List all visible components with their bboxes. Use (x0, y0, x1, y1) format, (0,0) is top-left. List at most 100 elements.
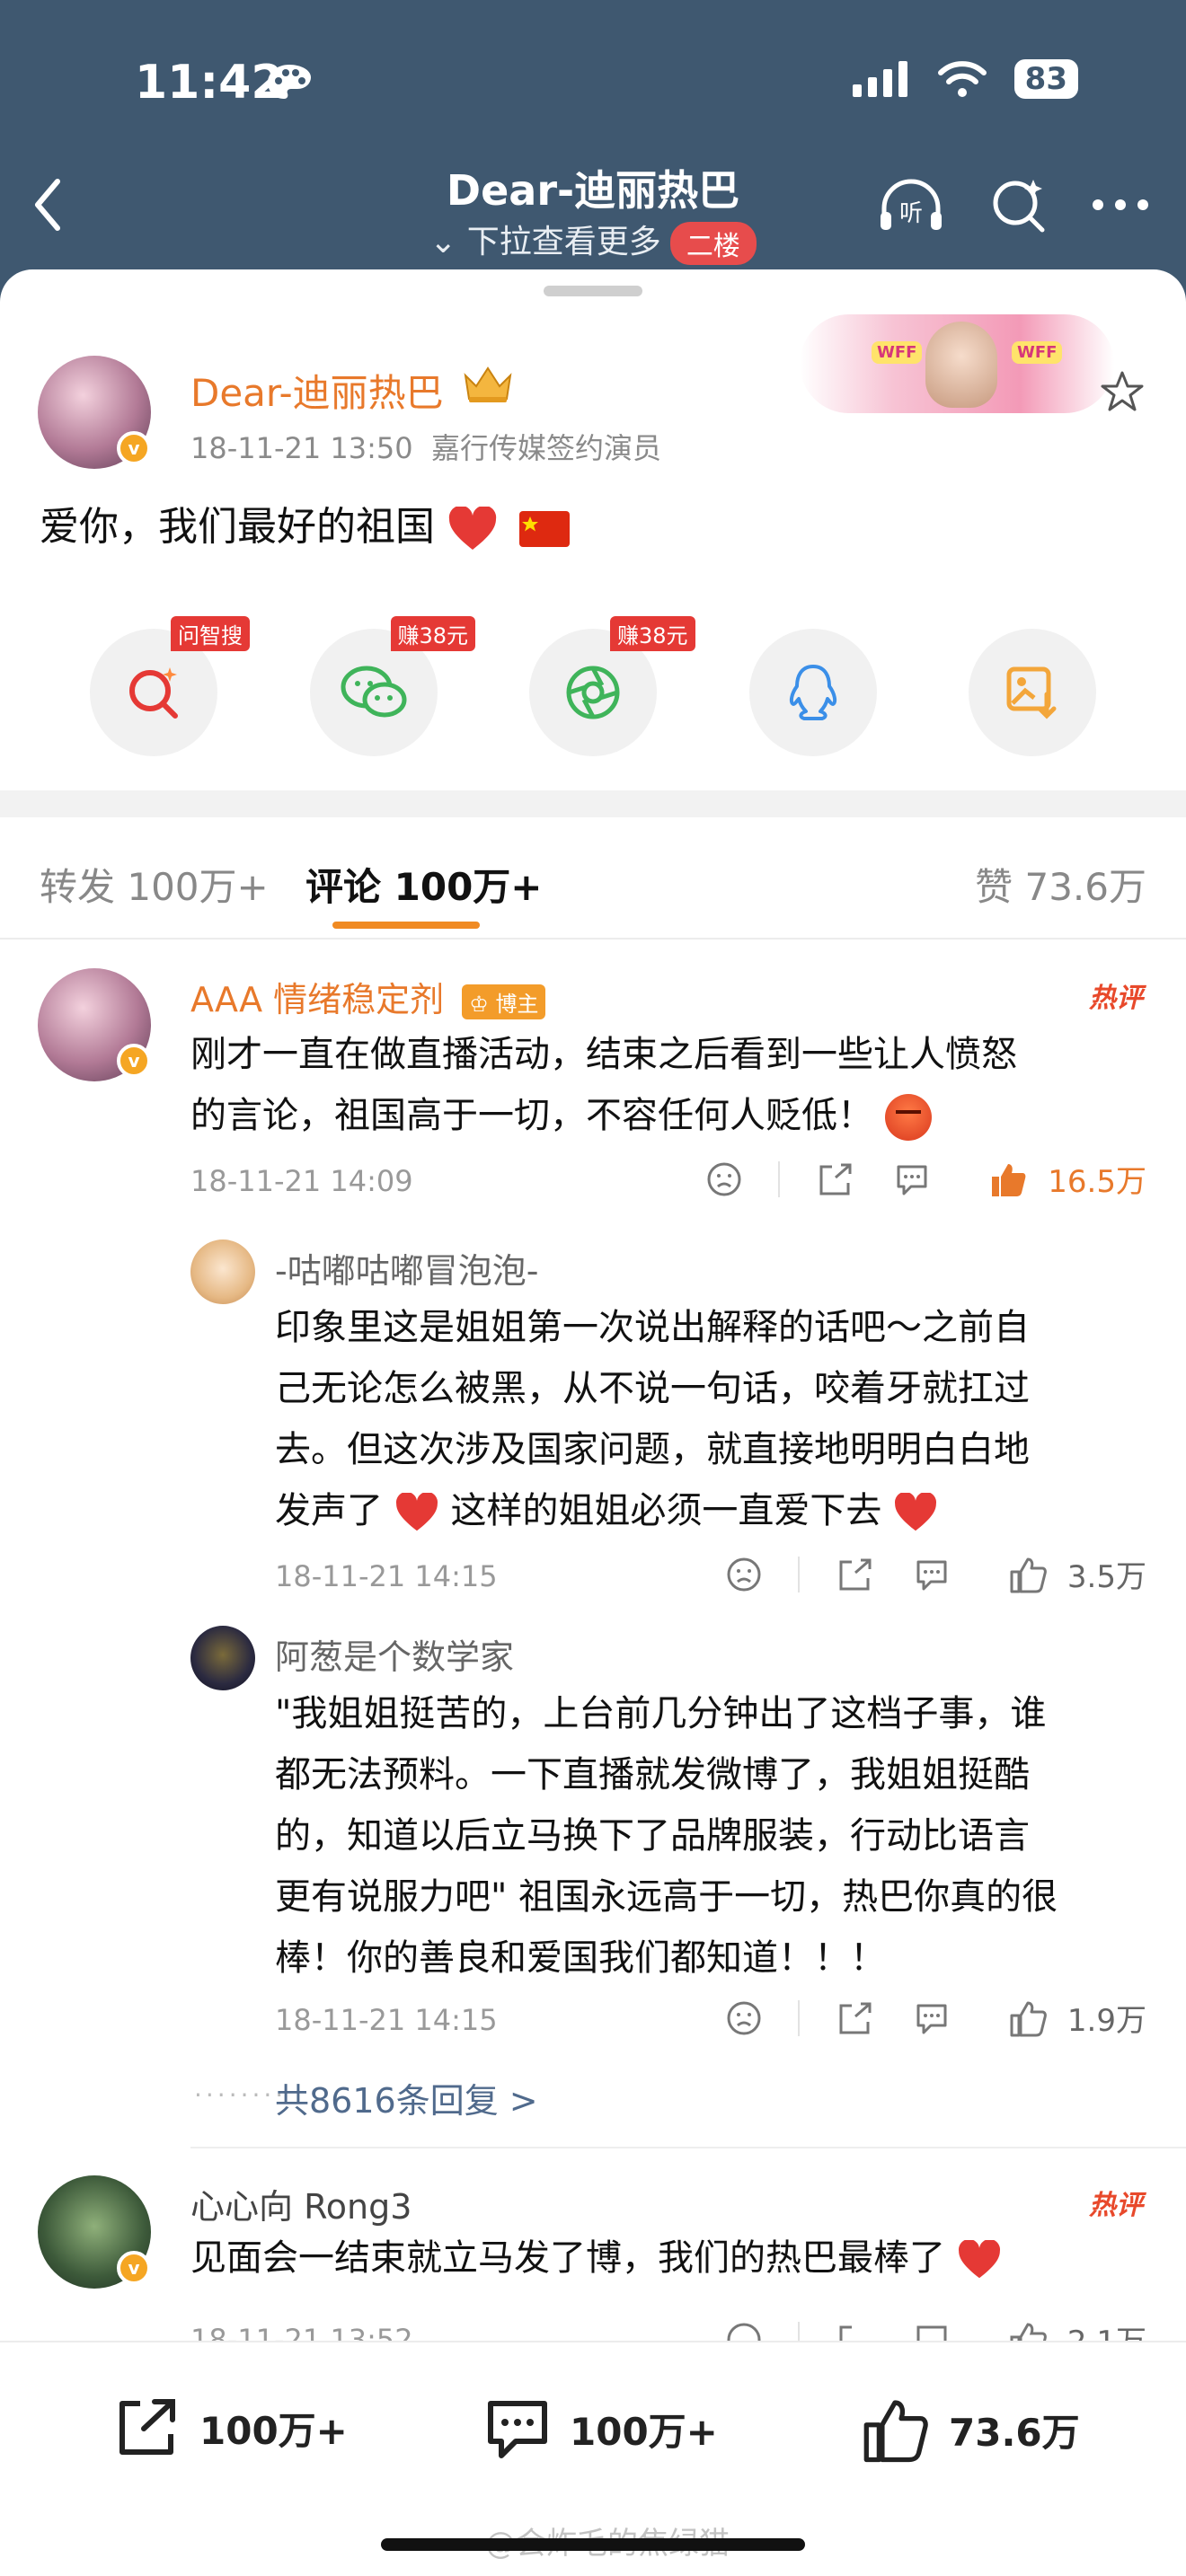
chevron-down-icon: ⌄ (429, 224, 457, 260)
header: 11:42 83 Dear-迪丽热巴 ⌄ 下拉查看更多 二楼 听 (0, 0, 1186, 305)
comment-text-line: 的言论，祖国高于一切，不容任何人贬低！ (190, 1095, 873, 1136)
tab-like[interactable]: 赞 73.6万 (975, 857, 1146, 912)
palette-icon (268, 65, 311, 99)
comment-time: 18-11-21 14:15 (275, 1559, 498, 1593)
save-image-button[interactable] (969, 629, 1096, 756)
comment-list: v AAA 情绪稳定剂 ♔ 博主 热评 刚才一直在做直播活动，结束之后看到一些让… (0, 940, 1186, 2341)
wff-sign-left: WFF (872, 341, 923, 364)
more-icon[interactable] (1091, 196, 1150, 214)
comment-bubble-icon[interactable] (913, 1557, 951, 1592)
avatar[interactable] (190, 1239, 255, 1304)
comment-bubble-icon[interactable] (913, 2322, 951, 2342)
like-count: 1.9万 (1067, 2003, 1146, 2039)
post-meta: 18-11-21 13:50 嘉行传媒签约演员 (190, 426, 661, 467)
china-flag-icon (519, 511, 570, 547)
action-divider (778, 1160, 781, 1197)
dislike-face-icon[interactable] (726, 2000, 762, 2036)
comment-text-line: "我姐姐挺苦的，上台前几分钟出了这档子事，谁 (275, 1693, 1047, 1734)
poster-name[interactable]: Dear-迪丽热巴 (190, 363, 444, 418)
blogger-badge: ♔ 博主 (462, 984, 546, 1019)
repost-button[interactable]: 100万+ (113, 2396, 348, 2459)
avatar[interactable] (190, 1626, 255, 1690)
thumbs-up-filled-icon[interactable] (988, 1160, 1028, 1198)
moments-aperture-icon (566, 666, 620, 719)
comment-bubble-icon[interactable] (913, 2000, 951, 2036)
comment-divider (190, 2147, 1186, 2148)
thumbs-up-icon[interactable] (1008, 1999, 1048, 2037)
comment-button[interactable]: 100万+ (483, 2396, 718, 2461)
dislike-face-icon[interactable] (726, 1557, 762, 1592)
comment-actions: 2.1万 (713, 2317, 1146, 2341)
share-tag: 赚38元 (610, 616, 695, 651)
post-source: 嘉行传媒签约演员 (430, 431, 661, 465)
comment-count: 100万+ (570, 2409, 718, 2454)
comment-text: "我姐姐挺苦的，上台前几分钟出了这档子事，谁 都无法预料。一下直播就发微博了，我… (275, 1683, 1164, 1989)
dislike-face-icon[interactable] (726, 2322, 762, 2342)
share-wechat-button[interactable]: 赚38元 (309, 616, 476, 756)
comment-text-line: 印象里这是姐姐第一次说出解释的话吧～之前自 (275, 1307, 1030, 1348)
pull-down-label: 下拉查看更多 (466, 224, 661, 260)
thumbs-up-icon (863, 2400, 928, 2463)
comment-text: 见面会一结束就立马发了博，我们的热巴最棒了 (190, 2228, 1002, 2289)
comment-text-line: 刚才一直在做直播活动，结束之后看到一些让人愤怒 (190, 1034, 1017, 1075)
home-indicator[interactable] (381, 2538, 805, 2551)
fan-banner[interactable]: WFF WFF (800, 314, 1114, 413)
share-qq-button[interactable] (748, 629, 877, 756)
wifi-icon (937, 61, 987, 97)
share-row: 问智搜 赚38元 赚38元 (90, 616, 1096, 756)
save-image-icon (1006, 666, 1057, 719)
comment-text-line: 这样的姐姐必须一直爱下去 (450, 1490, 882, 1531)
comment-bubble-icon (488, 2401, 547, 2458)
hot-comment-tag: 热评 (1089, 2190, 1143, 2221)
thumbs-up-icon[interactable] (1008, 2321, 1048, 2342)
wechat-icon (341, 666, 406, 718)
like-count: 2.1万 (1067, 2317, 1146, 2341)
repost-count: 100万+ (199, 2408, 348, 2453)
tab-repost[interactable]: 转发 100万+ (40, 857, 269, 912)
commenter-name-text: AAA 情绪稳定剂 (190, 980, 445, 1019)
cellular-signal-icon (852, 61, 907, 97)
red-heart-icon (895, 1491, 937, 1531)
post-text-content: 爱你，我们最好的祖国 (40, 504, 435, 550)
like-count: 3.5万 (1067, 1559, 1146, 1595)
reply-dots: ········ (194, 2080, 288, 2110)
share-icon[interactable] (836, 2322, 873, 2342)
tab-comment[interactable]: 评论 100万+ (305, 857, 543, 912)
status-time: 11:42 (135, 56, 284, 110)
share-icon[interactable] (836, 2000, 873, 2036)
favorite-star-icon[interactable] (1100, 370, 1145, 413)
floor-badge[interactable]: 二楼 (669, 222, 757, 265)
action-divider (797, 2321, 800, 2341)
dislike-face-icon[interactable] (706, 1161, 742, 1197)
verified-badge-icon: v (117, 1044, 151, 1078)
commenter-name[interactable]: 阿葱是个数学家 (275, 1629, 514, 1679)
status-indicators: 83 (852, 59, 1078, 99)
ai-search-icon (129, 667, 178, 719)
like-button[interactable]: 73.6万 (859, 2396, 1080, 2463)
commenter-name[interactable]: -咕嘟咕嘟冒泡泡- (275, 1243, 538, 1292)
battery-indicator: 83 (1013, 59, 1078, 99)
share-wenzhisou-button[interactable]: 问智搜 (90, 616, 250, 756)
comment-text-line: 棒！你的善良和爱国我们都知道！！！ (275, 1937, 886, 1979)
view-more-replies-link[interactable]: 共8616条回复 > (275, 2073, 538, 2122)
post-time: 18-11-21 13:50 (190, 431, 413, 465)
commenter-name[interactable]: 心心向 Rong3 (190, 2179, 412, 2228)
headphones-listen-icon[interactable]: 听 (875, 176, 947, 234)
drag-handle[interactable] (544, 286, 642, 296)
share-icon[interactable] (816, 1161, 854, 1197)
share-icon[interactable] (836, 1557, 873, 1592)
like-count: 73.6万 (949, 2410, 1080, 2455)
thumbs-up-icon[interactable] (1008, 1556, 1048, 1593)
comment-time: 18-11-21 14:09 (190, 1164, 413, 1198)
red-heart-icon (448, 505, 497, 550)
comment-text: 刚才一直在做直播活动，结束之后看到一些让人愤怒 的言论，祖国高于一切，不容任何人… (190, 1024, 1017, 1146)
crown-icon (464, 366, 512, 402)
comment-time: 18-11-21 14:15 (275, 2003, 498, 2037)
share-moments-button[interactable]: 赚38元 (529, 616, 695, 756)
comment-bubble-icon[interactable] (893, 1161, 931, 1197)
search-icon[interactable] (990, 176, 1048, 234)
commenter-name[interactable]: AAA 情绪稳定剂 ♔ 博主 (190, 972, 546, 1021)
comment-text-line: 见面会一结束就立马发了博，我们的热巴最棒了 (190, 2237, 945, 2279)
comment-text-line: 的，知道以后立马换下了品牌服装，行动比语言 (275, 1815, 1030, 1857)
active-tab-indicator (332, 922, 480, 929)
